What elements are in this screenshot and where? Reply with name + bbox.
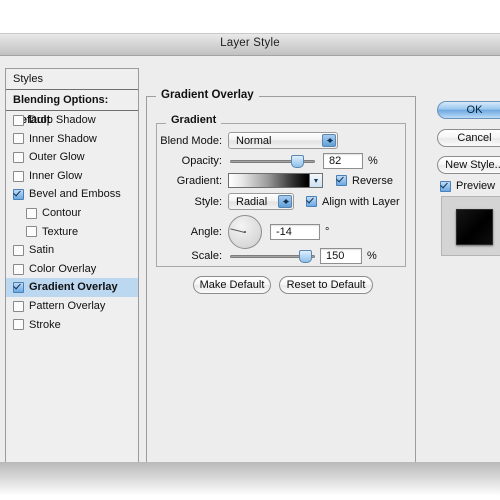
checkbox-icon[interactable] [13,114,24,126]
dialog-title: Layer Style [220,37,280,49]
style-dropdown[interactable]: Radial [228,193,294,210]
make-default-button[interactable]: Make Default [193,276,271,294]
reverse-label: Reverse [352,174,393,187]
opacity-slider[interactable] [230,154,315,168]
effect-label: Inner Shadow [29,132,97,145]
checkbox-icon[interactable] [13,133,24,145]
checkbox-icon[interactable] [13,244,24,256]
layer-style-dialog: Layer Style Styles Blending Options: Def… [0,33,500,462]
opacity-label: Opacity: [181,155,222,167]
preview-label: Preview [456,180,496,192]
align-with-layer-label: Align with Layer [322,195,400,208]
effect-label: Drop Shadow [29,114,96,126]
checkbox-icon[interactable] [13,263,24,275]
effect-label: Inner Glow [29,169,83,182]
scale-row: Scale: 150 % [160,248,377,264]
effect-label: Pattern Overlay [29,299,106,312]
angle-unit: ° [325,226,330,238]
scale-slider-thumb[interactable] [298,250,312,263]
dialog-titlebar[interactable]: Layer Style [0,33,500,56]
preview-swatch [456,209,493,245]
scale-label: Scale: [191,250,222,262]
effect-row-inner-shadow[interactable]: Inner Shadow [6,129,138,149]
effect-label: Stroke [29,318,61,331]
style-row: Style: Radial Align with Layer [160,193,400,210]
style-label: Style: [194,195,222,208]
new-style-button[interactable]: New Style... [437,156,500,174]
dialog-drop-shadow [0,462,500,496]
blend-mode-label: Blend Mode: [160,134,222,147]
scale-input[interactable]: 150 [320,248,362,264]
effect-label: Bevel and Emboss [29,188,121,201]
checkbox-icon[interactable] [13,189,24,201]
gradient-label: Gradient: [176,174,222,187]
reverse-checkbox[interactable]: Reverse [336,175,393,187]
blending-options-row[interactable]: Blending Options: Default [6,90,138,126]
gradient-section-legend: Gradient [166,114,222,126]
checkbox-icon [440,180,451,192]
effects-list: Drop Shadow Inner Shadow Outer Glow Inner G… [6,111,138,335]
gradient-overlay-legend: Gradient Overlay [156,89,259,101]
scale-unit: % [367,250,377,262]
opacity-input[interactable]: 82 [323,153,363,169]
checkbox-icon [336,175,347,186]
blend-mode-row: Blend Mode: Normal [160,132,338,149]
gradient-row: Gradient: Reverse [160,173,393,188]
preview-thumbnail [441,196,500,256]
effect-row-gradient-overlay[interactable]: Gradient Overlay [6,278,138,297]
reset-to-default-button[interactable]: Reset to Default [279,276,373,294]
angle-dial-center [244,231,246,233]
checkbox-icon[interactable] [26,226,37,238]
angle-dial-needle [230,228,246,233]
blend-mode-value: Normal [236,134,272,147]
style-value: Radial [236,195,268,208]
opacity-row: Opacity: 82 % [160,153,378,169]
angle-label: Angle: [190,226,222,238]
checkbox-icon[interactable] [13,319,24,331]
effect-label: Gradient Overlay [29,281,118,294]
styles-header: Styles [6,69,138,90]
opacity-slider-thumb[interactable] [290,155,304,168]
effect-label: Texture [42,225,79,238]
gradient-swatch[interactable] [228,173,323,188]
opacity-unit: % [368,155,378,167]
preview-checkbox[interactable]: Preview [440,180,495,192]
checkbox-icon[interactable] [13,151,24,163]
effect-label: Color Overlay [29,262,97,275]
scale-slider[interactable] [230,249,315,263]
checkbox-icon[interactable] [13,170,24,182]
effect-label: Contour [42,206,82,219]
effect-row-stroke[interactable]: Stroke [6,315,138,335]
ok-button[interactable]: OK [437,101,500,119]
effect-label: Outer Glow [29,151,85,164]
effect-row-bevel-and-emboss[interactable]: Bevel and Emboss [6,185,138,204]
effect-row-outer-glow[interactable]: Outer Glow [6,148,138,167]
chevron-updown-icon[interactable] [322,134,336,147]
effect-row-contour[interactable]: Contour [6,203,138,223]
chevron-updown-icon[interactable] [278,195,292,208]
checkbox-icon [306,196,317,207]
effect-row-inner-glow[interactable]: Inner Glow [6,166,138,186]
checkbox-icon[interactable] [26,207,37,219]
effect-label: Satin [29,244,55,257]
blend-mode-dropdown[interactable]: Normal [228,132,338,149]
effect-row-color-overlay[interactable]: Color Overlay [6,259,138,279]
chevron-down-icon[interactable] [309,174,322,187]
styles-panel: Styles Blending Options: Default Drop Sh… [5,68,139,462]
screenshot-root: Layer Style Styles Blending Options: Def… [0,0,500,500]
effect-row-satin[interactable]: Satin [6,241,138,260]
checkbox-icon[interactable] [13,300,24,312]
angle-input[interactable]: -14 [270,224,320,240]
cancel-button[interactable]: Cancel [437,129,500,147]
checkbox-icon[interactable] [13,282,24,294]
align-with-layer-checkbox[interactable]: Align with Layer [306,196,400,208]
angle-dial[interactable] [228,215,262,249]
effect-row-pattern-overlay[interactable]: Pattern Overlay [6,296,138,316]
effect-row-texture[interactable]: Texture [6,222,138,242]
angle-row: Angle: -14 ° [160,215,329,249]
